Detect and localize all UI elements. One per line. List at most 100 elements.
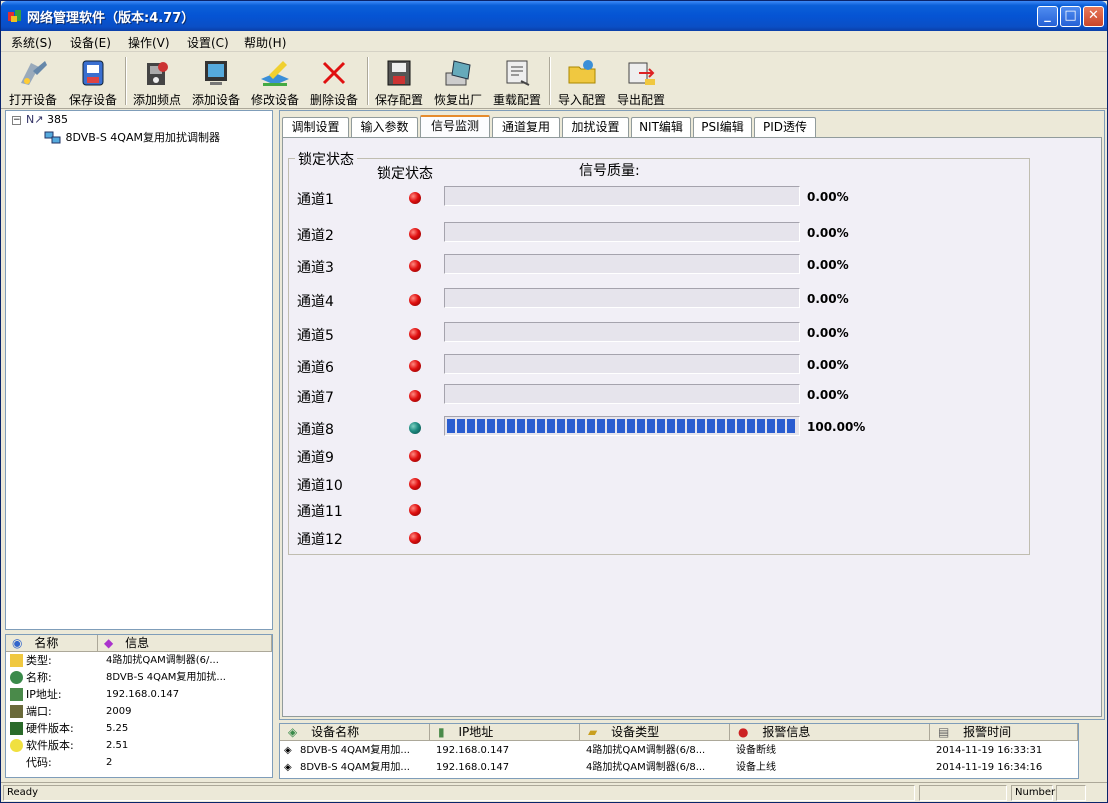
signal-quality-value: 0.00% [807, 226, 849, 240]
port-icon [10, 705, 23, 718]
channel-label: 通道2 [297, 228, 334, 244]
menu-operation[interactable]: 操作(V) [128, 34, 170, 51]
device-node-icon [44, 131, 61, 144]
edit-device-button[interactable]: 修改设备 [247, 57, 303, 107]
tab-input-params[interactable]: 输入参数 [351, 117, 418, 137]
add-frequency-button[interactable]: 添加频点 [129, 57, 185, 107]
import-config-icon [568, 60, 596, 84]
device-tree[interactable]: − N↗ 385 8DVB-S 4QAM复用加扰调制器 [5, 110, 273, 630]
close-button[interactable]: ✕ [1083, 6, 1104, 27]
signal-quality-value: 0.00% [807, 326, 849, 340]
table-row[interactable]: ◈ 8DVB-S 4QAM复用加... 192.168.0.147 4路加扰QA… [280, 742, 1078, 759]
tab-nit-edit[interactable]: NIT编辑 [631, 117, 691, 137]
factory-reset-button[interactable]: 恢复出厂 [430, 57, 486, 107]
lock-indicator-icon [409, 532, 421, 544]
property-info-header[interactable]: ◆ 信息 [98, 635, 272, 652]
menu-settings[interactable]: 设置(C) [187, 34, 229, 51]
info-column-icon: ◆ [104, 636, 114, 650]
tree-root-label: 385 [46, 113, 68, 126]
save-config-label: 保存配置 [374, 93, 423, 107]
tree-root-node[interactable]: N↗ 385 [26, 113, 68, 126]
property-list[interactable]: ◉ 名称 ◆ 信息 类型: 4路加扰QAM调制器(6/... 名称: 8DVB-… [5, 634, 273, 778]
table-row[interactable]: ◈ 8DVB-S 4QAM复用加... 192.168.0.147 4路加扰QA… [280, 759, 1078, 776]
tree-device-label: 8DVB-S 4QAM复用加扰调制器 [65, 131, 220, 144]
menu-device[interactable]: 设备(E) [70, 34, 111, 51]
add-frequency-label: 添加频点 [132, 93, 181, 107]
alarm-log-list[interactable]: ◈ 设备名称 ▮ IP地址 ▰ 设备类型 ● 报警信息 ▤ 报警时间 ◈ 8DV… [279, 723, 1079, 779]
alarm-log-header: ◈ 设备名称 ▮ IP地址 ▰ 设备类型 ● 报警信息 ▤ 报警时间 [280, 724, 1078, 741]
minimize-button[interactable]: _ [1037, 6, 1058, 27]
delete-device-button[interactable]: 删除设备 [306, 57, 362, 107]
property-name-header[interactable]: ◉ 名称 [6, 635, 98, 652]
signal-quality-value: 0.00% [807, 388, 849, 402]
lock-indicator-icon [409, 504, 421, 516]
reload-config-button[interactable]: 重载配置 [489, 57, 545, 107]
tree-device-node[interactable]: 8DVB-S 4QAM复用加扰调制器 [44, 129, 220, 145]
signal-quality-bar [444, 322, 800, 342]
maximize-button[interactable]: □ [1060, 6, 1081, 27]
delete-device-label: 删除设备 [309, 93, 358, 107]
tree-expander[interactable]: − [12, 116, 21, 125]
signal-quality-value: 0.00% [807, 258, 849, 272]
name-column-icon: ◉ [12, 636, 23, 650]
lock-indicator-icon [409, 228, 421, 240]
folder-icon [10, 654, 23, 667]
tab-modulation[interactable]: 调制设置 [282, 117, 349, 137]
channel-label: 通道7 [297, 390, 334, 406]
factory-reset-icon [445, 60, 471, 86]
channel-label: 通道12 [297, 532, 343, 548]
save-config-button[interactable]: 保存配置 [371, 57, 427, 107]
log-header-ip[interactable]: ▮ IP地址 [430, 724, 580, 741]
add-device-label: 添加设备 [191, 93, 240, 107]
property-row-name: 名称: 8DVB-S 4QAM复用加扰... [6, 669, 272, 686]
signal-quality-bar [444, 354, 800, 374]
network-icon: N↗ [26, 113, 44, 126]
signal-quality-value: 0.00% [807, 358, 849, 372]
folder-icon: ▰ [588, 725, 598, 739]
property-row-sw-version: 软件版本: 2.51 [6, 737, 272, 754]
delete-device-icon [322, 61, 346, 85]
tab-scramble[interactable]: 加扰设置 [562, 117, 629, 137]
menu-help[interactable]: 帮助(H) [244, 34, 286, 51]
open-device-label: 打开设备 [8, 93, 57, 107]
signal-quality-bar [444, 288, 800, 308]
log-scrollbar-area [1081, 723, 1105, 779]
open-device-button[interactable]: 打开设备 [5, 57, 61, 107]
toolbar-separator [549, 57, 551, 105]
save-device-button[interactable]: 保存设备 [65, 57, 121, 107]
add-frequency-icon [147, 62, 168, 85]
lock-status-column-header: 锁定状态 [377, 166, 433, 182]
title-bar[interactable]: 网络管理软件（版本:4.77） _ □ ✕ [1, 1, 1107, 31]
signal-quality-value: 0.00% [807, 190, 849, 204]
export-config-button[interactable]: 导出配置 [613, 57, 669, 107]
channel-label: 通道11 [297, 504, 343, 520]
signal-quality-bar [444, 222, 800, 242]
signal-quality-value: 0.00% [807, 292, 849, 306]
lock-indicator-icon [409, 450, 421, 462]
export-config-icon [628, 62, 655, 85]
lock-indicator-icon [409, 260, 421, 272]
save-config-icon [387, 60, 411, 86]
lightbulb-icon [10, 739, 23, 752]
log-header-alarm-time[interactable]: ▤ 报警时间 [930, 724, 1078, 741]
tab-psi-edit[interactable]: PSI编辑 [693, 117, 752, 137]
tab-pid-passthrough[interactable]: PID透传 [754, 117, 816, 137]
open-device-icon [21, 61, 47, 85]
ip-icon: ▮ [438, 725, 445, 739]
channel-label: 通道9 [297, 450, 334, 466]
alarm-icon: ● [738, 725, 749, 739]
log-header-device-name[interactable]: ◈ 设备名称 [280, 724, 430, 741]
tab-channel-mux[interactable]: 通道复用 [492, 117, 560, 137]
reload-config-label: 重载配置 [492, 93, 541, 107]
log-header-device-type[interactable]: ▰ 设备类型 [580, 724, 730, 741]
tab-signal-monitor[interactable]: 信号监测 [420, 115, 490, 138]
toolbar-separator [367, 57, 369, 105]
device-icon: ◈ [288, 725, 298, 739]
add-device-button[interactable]: 添加设备 [188, 57, 244, 107]
property-row-code: 代码: 2 [26, 756, 113, 769]
lock-indicator-icon [409, 328, 421, 340]
import-config-button[interactable]: 导入配置 [554, 57, 610, 107]
log-header-alarm-info[interactable]: ● 报警信息 [730, 724, 930, 741]
menu-system[interactable]: 系统(S) [11, 34, 52, 51]
vertical-splitter[interactable] [274, 110, 278, 778]
